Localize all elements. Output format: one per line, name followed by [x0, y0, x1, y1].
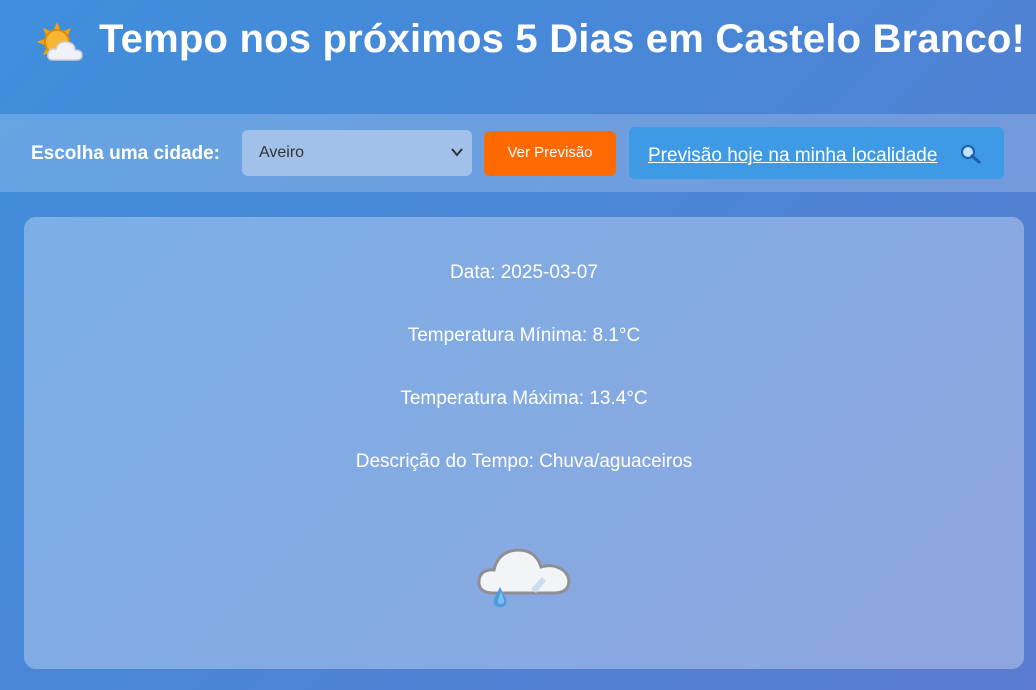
chevron-down-icon	[451, 148, 463, 157]
forecast-card: Data: 2025-03-07 Temperatura Mínima: 8.1…	[24, 217, 1024, 669]
magnifier-icon	[961, 145, 981, 164]
city-select[interactable]: Aveiro	[242, 130, 472, 176]
forecast-max-temp: Temperatura Máxima: 13.4°C	[400, 388, 648, 409]
city-select-value: Aveiro	[259, 144, 305, 161]
city-label: Escolha uma cidade:	[31, 143, 221, 164]
rain-cloud-icon	[477, 548, 571, 607]
local-forecast-button[interactable]: Previsão hoje na minha localidade	[629, 127, 1004, 179]
forecast-min-temp: Temperatura Mínima: 8.1°C	[407, 325, 641, 346]
page-title: Tempo nos próximos 5 Dias em Castelo Bra…	[99, 17, 1026, 61]
forecast-description: Descrição do Tempo: Chuva/aguaceiros	[355, 451, 693, 472]
sun-behind-cloud-icon	[37, 22, 83, 61]
local-forecast-link[interactable]: Previsão hoje na minha localidade	[648, 145, 937, 167]
view-forecast-button[interactable]: Ver Previsão	[484, 131, 616, 176]
page-header: Tempo nos próximos 5 Dias em Castelo Bra…	[0, 0, 1036, 114]
forecast-date: Data: 2025-03-07	[450, 262, 598, 283]
